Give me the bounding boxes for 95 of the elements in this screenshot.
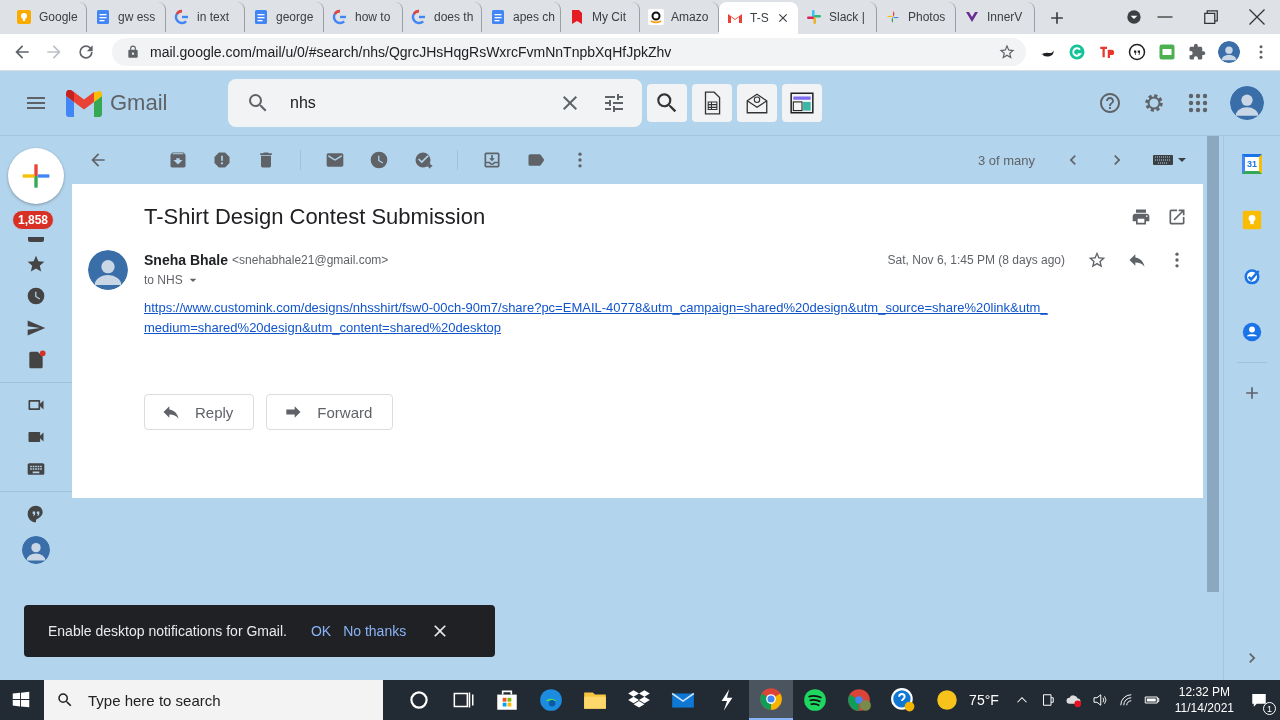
help-app-icon[interactable] xyxy=(890,687,917,713)
snackbar-message: Enable desktop notifications for Gmail. xyxy=(48,623,287,639)
ok-button[interactable]: OK xyxy=(310,623,332,639)
draft-file-icon[interactable] xyxy=(26,350,46,370)
chrome-icon xyxy=(758,686,785,712)
recipient-text: to NHS xyxy=(144,273,183,287)
browser-tab[interactable]: T-S xyxy=(719,2,798,34)
search-icon xyxy=(56,691,74,709)
sender-name: Sneha Bhale xyxy=(144,252,229,268)
browser-tab[interactable]: Google xyxy=(8,2,87,32)
google-favicon-icon xyxy=(411,9,427,25)
calendar-icon[interactable]: 31 xyxy=(1242,154,1262,174)
help-icon[interactable] xyxy=(1098,91,1122,115)
spreadsheet-extension-button[interactable] xyxy=(692,84,732,122)
browser-tab[interactable]: My Cit xyxy=(561,2,640,32)
email-date: Sat, Nov 6, 1:45 PM (8 days ago) xyxy=(887,253,1065,267)
chat-bubble-icon[interactable] xyxy=(26,504,46,524)
dashboard-extension-button[interactable] xyxy=(782,84,822,122)
star-icon[interactable] xyxy=(26,254,46,274)
search-options-icon[interactable] xyxy=(602,91,626,115)
browser-tab[interactable]: gw ess xyxy=(87,2,166,32)
edge-browser-icon[interactable] xyxy=(538,687,565,713)
amazon-favicon-icon xyxy=(648,9,664,25)
spotify-icon[interactable] xyxy=(802,687,829,713)
gmail-logo-icon[interactable] xyxy=(66,89,102,117)
lock-icon xyxy=(126,45,140,59)
contacts-icon[interactable] xyxy=(1242,322,1262,342)
add-task-icon[interactable] xyxy=(413,150,433,170)
bookmark-star-icon[interactable] xyxy=(998,43,1016,61)
lightbulb-favicon-icon xyxy=(16,9,32,25)
pager-text: 3 of many xyxy=(977,152,1035,168)
forward-button[interactable]: Forward xyxy=(266,394,394,430)
google-favicon-icon xyxy=(174,9,190,25)
tasks-icon[interactable] xyxy=(1242,266,1262,286)
print-icon[interactable] xyxy=(1131,207,1151,227)
app-name: Gmail xyxy=(110,90,169,116)
browser-tab[interactable]: apes ch xyxy=(482,2,561,32)
browser-tab[interactable]: Amazo xyxy=(640,2,719,32)
sender-email: <snehabhale21@gmail.com> xyxy=(232,253,389,267)
dashboard-icon xyxy=(789,90,815,116)
action-center-icon[interactable] xyxy=(1250,691,1268,709)
email-extension-button[interactable] xyxy=(737,84,777,122)
google-favicon-icon xyxy=(332,9,348,25)
report-spam-icon[interactable] xyxy=(212,150,232,170)
browser-tab[interactable]: InnerV xyxy=(956,2,1035,32)
document-favicon-icon xyxy=(95,9,111,25)
reply-button[interactable]: Reply xyxy=(144,394,255,430)
taskbar-search-field[interactable]: Type here to search xyxy=(44,680,384,720)
envelope-icon[interactable] xyxy=(325,150,345,170)
printer-extension-icon[interactable] xyxy=(1158,43,1176,61)
move-to-icon[interactable] xyxy=(482,150,502,170)
pinwheel-favicon-icon xyxy=(885,9,901,25)
clock-icon[interactable] xyxy=(26,286,46,306)
quote-icon[interactable] xyxy=(1128,43,1146,61)
browser-tab[interactable]: Slack | xyxy=(798,2,877,32)
contact-avatar[interactable] xyxy=(22,536,50,564)
browser-tab[interactable]: does th xyxy=(403,2,482,32)
browser-tab[interactable]: Photos xyxy=(877,2,956,32)
bookmark-favicon-icon xyxy=(569,9,585,25)
archive-icon[interactable] xyxy=(168,150,188,170)
no-thanks-button[interactable]: No thanks xyxy=(343,623,407,639)
plus-icon xyxy=(21,161,51,191)
scrollbar-thumb[interactable] xyxy=(1207,136,1219,592)
slack-favicon-icon xyxy=(806,9,822,25)
tab-search-icon[interactable] xyxy=(1126,9,1142,25)
open-in-new-window-icon[interactable] xyxy=(1167,207,1187,227)
inbox-icon[interactable] xyxy=(26,237,46,242)
email-subject: T-Shirt Design Contest Submission xyxy=(144,204,486,230)
reload-icon[interactable] xyxy=(76,42,96,62)
account-avatar[interactable] xyxy=(1230,86,1264,120)
star-icon[interactable] xyxy=(1087,250,1107,270)
weather-temperature[interactable]: 75°F xyxy=(969,692,999,708)
taskbar-clock[interactable]: 12:32 PM 11/14/2021 xyxy=(1174,684,1234,716)
notification-count-badge: 1 xyxy=(1263,702,1276,715)
browser-tab[interactable]: in text xyxy=(166,2,245,32)
browser-tab[interactable]: how to xyxy=(324,2,403,32)
volume-icon[interactable] xyxy=(1090,691,1109,709)
document-favicon-icon xyxy=(490,9,506,25)
chrome-profile-icon[interactable] xyxy=(846,687,873,713)
search-field[interactable]: nhs xyxy=(228,79,642,127)
email-link[interactable]: https://www.customink.com/designs/nhsshirt/fsw0-00ch-90m7/share?pc=EMAIL-40778&utm_campaign=shared%20design&utm_source=share%20link&utm_ medium=shared%20design&utm_content=shared%20desktop xyxy=(144,298,1187,338)
apps-grid-icon[interactable] xyxy=(1186,91,1210,115)
browser-tab[interactable]: george xyxy=(245,2,324,32)
unread-count-badge: 1,858 xyxy=(12,210,55,230)
extensions-icon[interactable] xyxy=(1188,43,1206,61)
sender-avatar xyxy=(88,250,128,290)
settings-icon[interactable] xyxy=(1142,91,1166,115)
send-icon[interactable] xyxy=(26,318,46,338)
chrome-taskbar-button[interactable] xyxy=(749,680,794,720)
document-favicon-icon xyxy=(253,9,269,25)
address-field[interactable]: mail.google.com/mail/u/0/#search/nhs/QgrcJHsHqgRsWxrcFvmNnTnpbXqHfJpkZhv xyxy=(112,38,1026,66)
clock-icon[interactable] xyxy=(369,150,389,170)
compose-button[interactable] xyxy=(8,148,64,204)
profile-avatar[interactable] xyxy=(1218,41,1240,63)
search-extension-button[interactable] xyxy=(647,84,687,122)
